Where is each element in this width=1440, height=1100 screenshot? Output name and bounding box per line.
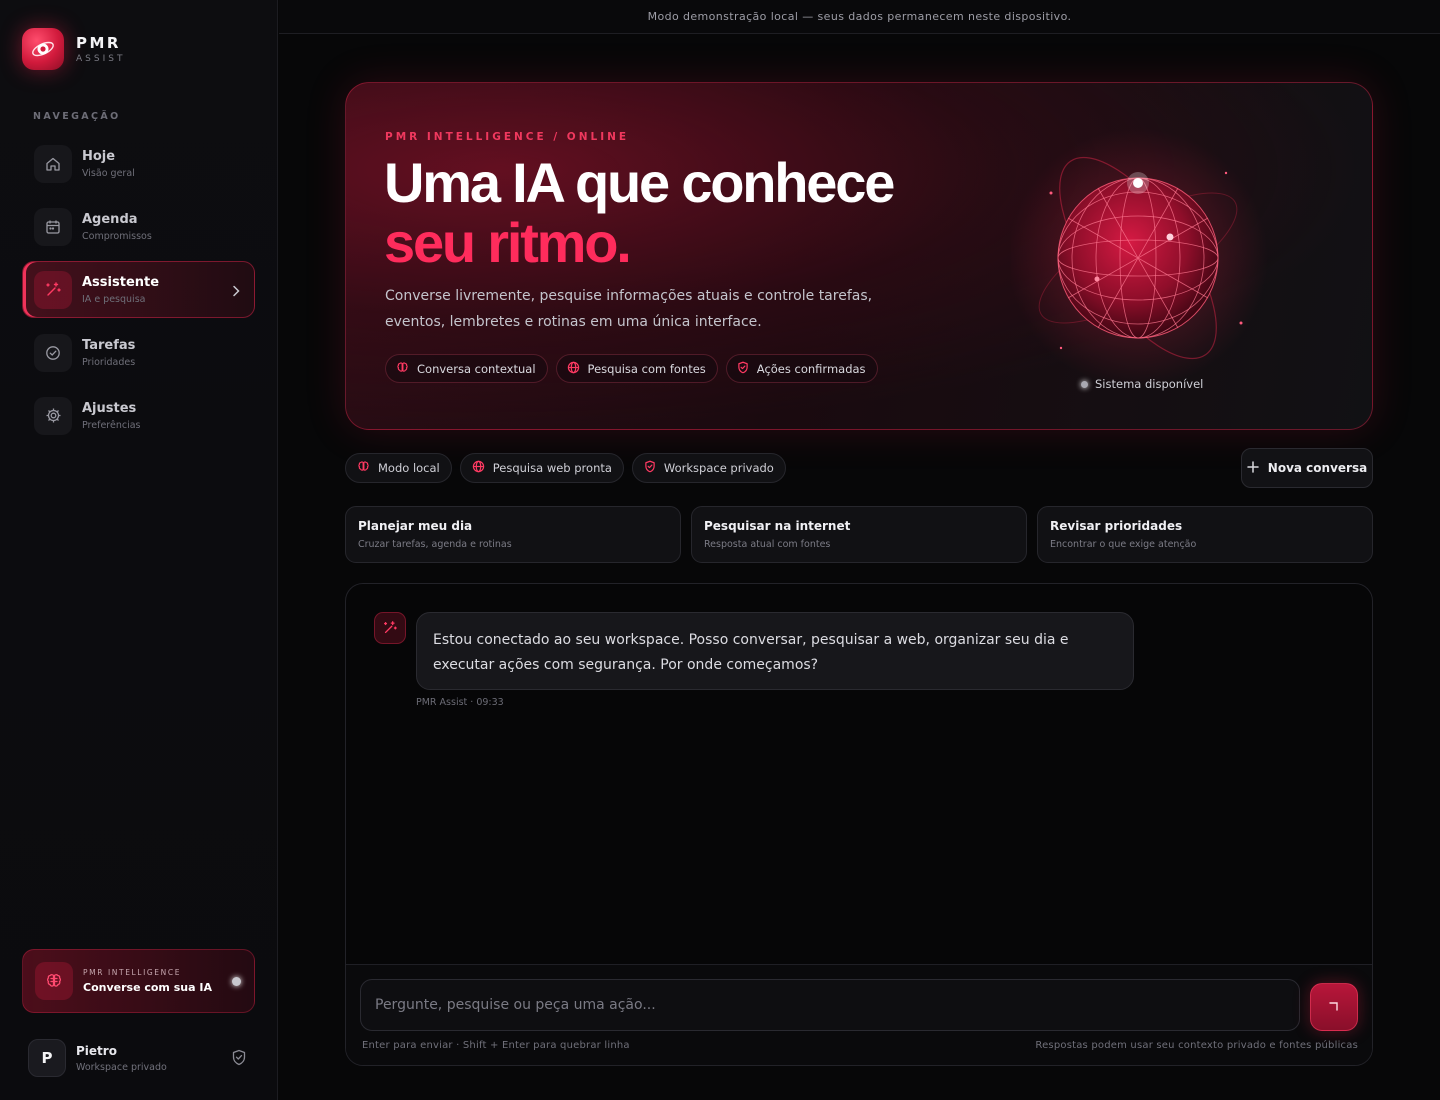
sidebar-item-hoje[interactable]: Hoje Visão geral	[22, 135, 255, 192]
avatar: P	[28, 1039, 66, 1077]
chip-label: Conversa contextual	[417, 361, 536, 376]
plus-icon	[1247, 460, 1259, 476]
quick-action-planejar-dia[interactable]: Planejar meu dia Cruzar tarefas, agenda …	[345, 506, 681, 563]
hero-feature-chips: Conversa contextual Pesquisa com fontes …	[385, 354, 878, 383]
quick-action-revisar-prioridades[interactable]: Revisar prioridades Encontrar o que exig…	[1037, 506, 1373, 563]
status-indicator-icon	[1081, 380, 1088, 388]
nav-section-label: NAVEGAÇÃO	[33, 111, 121, 122]
demo-mode-banner: Modo demonstração local — seus dados per…	[279, 0, 1440, 34]
chip-conversa-contextual: Conversa contextual	[385, 354, 548, 383]
ai-globe-illustration	[1008, 113, 1301, 403]
sidebar-item-subtitle: Prioridades	[82, 356, 136, 368]
shield-check-icon	[231, 1049, 247, 1070]
user-name: Pietro	[76, 1043, 117, 1058]
shield-check-icon	[737, 361, 749, 377]
pill-workspace-privado: Workspace privado	[631, 453, 786, 483]
assistant-message-bubble: Estou conectado ao seu workspace. Posso …	[416, 612, 1134, 690]
promo-title: Converse com sua IA	[83, 981, 212, 994]
assistant-avatar-icon	[374, 612, 406, 644]
send-button[interactable]	[1310, 983, 1358, 1031]
composer-area: Enter para enviar · Shift + Enter para q…	[346, 964, 1372, 1065]
system-status-label: Sistema disponível	[1095, 377, 1204, 391]
hero-title-line1: Uma IA que conhece	[384, 151, 895, 214]
chat-panel: Estou conectado ao seu workspace. Posso …	[345, 583, 1373, 1066]
new-conversation-button[interactable]: Nova conversa	[1241, 448, 1373, 488]
brand[interactable]: PMR ASSIST	[22, 28, 125, 70]
message-input[interactable]	[360, 979, 1300, 1031]
pill-modo-local: Modo local	[345, 453, 452, 483]
calendar-icon	[34, 207, 72, 246]
hero-panel: PMR INTELLIGENCE / ONLINE Uma IA que con…	[345, 82, 1373, 430]
quick-action-cards: Planejar meu dia Cruzar tarefas, agenda …	[345, 506, 1373, 563]
sidebar-nav: Hoje Visão geral Agenda Compromissos Ass…	[22, 135, 255, 450]
sidebar-item-title: Hoje	[82, 148, 116, 164]
sidebar-item-title: Tarefas	[82, 337, 136, 353]
sidebar-item-subtitle: Visão geral	[82, 167, 135, 179]
sidebar-item-ajustes[interactable]: Ajustes Preferências	[22, 387, 255, 444]
sidebar-item-subtitle: Compromissos	[82, 230, 152, 242]
hero-kicker: PMR INTELLIGENCE / ONLINE	[385, 131, 630, 143]
sidebar-item-title: Agenda	[82, 211, 138, 227]
sidebar-item-title: Ajustes	[82, 400, 137, 416]
brand-subtitle: ASSIST	[76, 54, 126, 64]
card-subtitle: Resposta atual com fontes	[704, 539, 831, 550]
home-icon	[34, 144, 72, 183]
send-arrow-icon	[1327, 998, 1341, 1017]
pill-label: Pesquisa web pronta	[492, 461, 612, 475]
user-workspace: Workspace privado	[76, 1061, 167, 1073]
card-title: Pesquisar na internet	[704, 519, 851, 533]
workspace-status-pills: Modo local Pesquisa web pronta Workspace…	[345, 453, 786, 483]
user-profile[interactable]: P Pietro Workspace privado	[28, 1038, 250, 1078]
ai-promo-card[interactable]: PMR INTELLIGENCE Converse com sua IA	[22, 949, 255, 1013]
hero-title: Uma IA que conhece seu ritmo.	[384, 151, 895, 274]
sidebar-item-tarefas[interactable]: Tarefas Prioridades	[22, 324, 255, 381]
new-conversation-label: Nova conversa	[1267, 461, 1368, 475]
pill-label: Modo local	[378, 461, 440, 475]
pmr-logo-icon	[22, 28, 64, 70]
brain-icon	[396, 361, 409, 377]
sidebar: PMR ASSIST NAVEGAÇÃO Hoje Visão geral Ag…	[0, 0, 278, 1100]
privacy-note: Respostas podem usar seu contexto privad…	[1035, 1040, 1358, 1051]
globe-icon	[567, 361, 580, 377]
check-circle-icon	[34, 333, 72, 372]
chip-acoes-confirmadas: Ações confirmadas	[725, 354, 878, 383]
card-subtitle: Encontrar o que exige atenção	[1050, 539, 1197, 550]
brain-icon	[357, 460, 370, 476]
pill-pesquisa-web: Pesquisa web pronta	[459, 453, 624, 483]
chip-label: Ações confirmadas	[756, 361, 866, 376]
gear-icon	[34, 396, 72, 435]
globe-icon	[472, 460, 485, 476]
promo-kicker: PMR INTELLIGENCE	[83, 968, 182, 977]
shield-check-icon	[644, 460, 656, 476]
sidebar-item-agenda[interactable]: Agenda Compromissos	[22, 198, 255, 255]
message-meta: PMR Assist · 09:33	[416, 697, 504, 708]
brand-name: PMR	[76, 34, 121, 52]
brain-icon	[35, 962, 73, 1000]
hero-title-accent: seu ritmo.	[384, 211, 632, 274]
sparkles-icon	[34, 270, 72, 309]
sidebar-item-title: Assistente	[82, 274, 160, 290]
sidebar-item-subtitle: IA e pesquisa	[82, 293, 146, 305]
composer-hint: Enter para enviar · Shift + Enter para q…	[362, 1040, 630, 1051]
chevron-right-icon	[230, 283, 242, 302]
sidebar-item-assistente[interactable]: Assistente IA e pesquisa	[22, 261, 255, 318]
sidebar-item-subtitle: Preferências	[82, 419, 141, 431]
chip-pesquisa-com-fontes: Pesquisa com fontes	[555, 354, 718, 383]
card-title: Planejar meu dia	[358, 519, 473, 533]
card-title: Revisar prioridades	[1050, 519, 1183, 533]
system-status: Sistema disponível	[1081, 377, 1203, 391]
hero-description: Converse livremente, pesquise informaçõe…	[385, 288, 873, 330]
chip-label: Pesquisa com fontes	[587, 361, 706, 376]
quick-action-pesquisar-internet[interactable]: Pesquisar na internet Resposta atual com…	[691, 506, 1027, 563]
pill-label: Workspace privado	[663, 461, 774, 475]
online-indicator-icon	[232, 977, 241, 986]
card-subtitle: Cruzar tarefas, agenda e rotinas	[358, 539, 512, 550]
